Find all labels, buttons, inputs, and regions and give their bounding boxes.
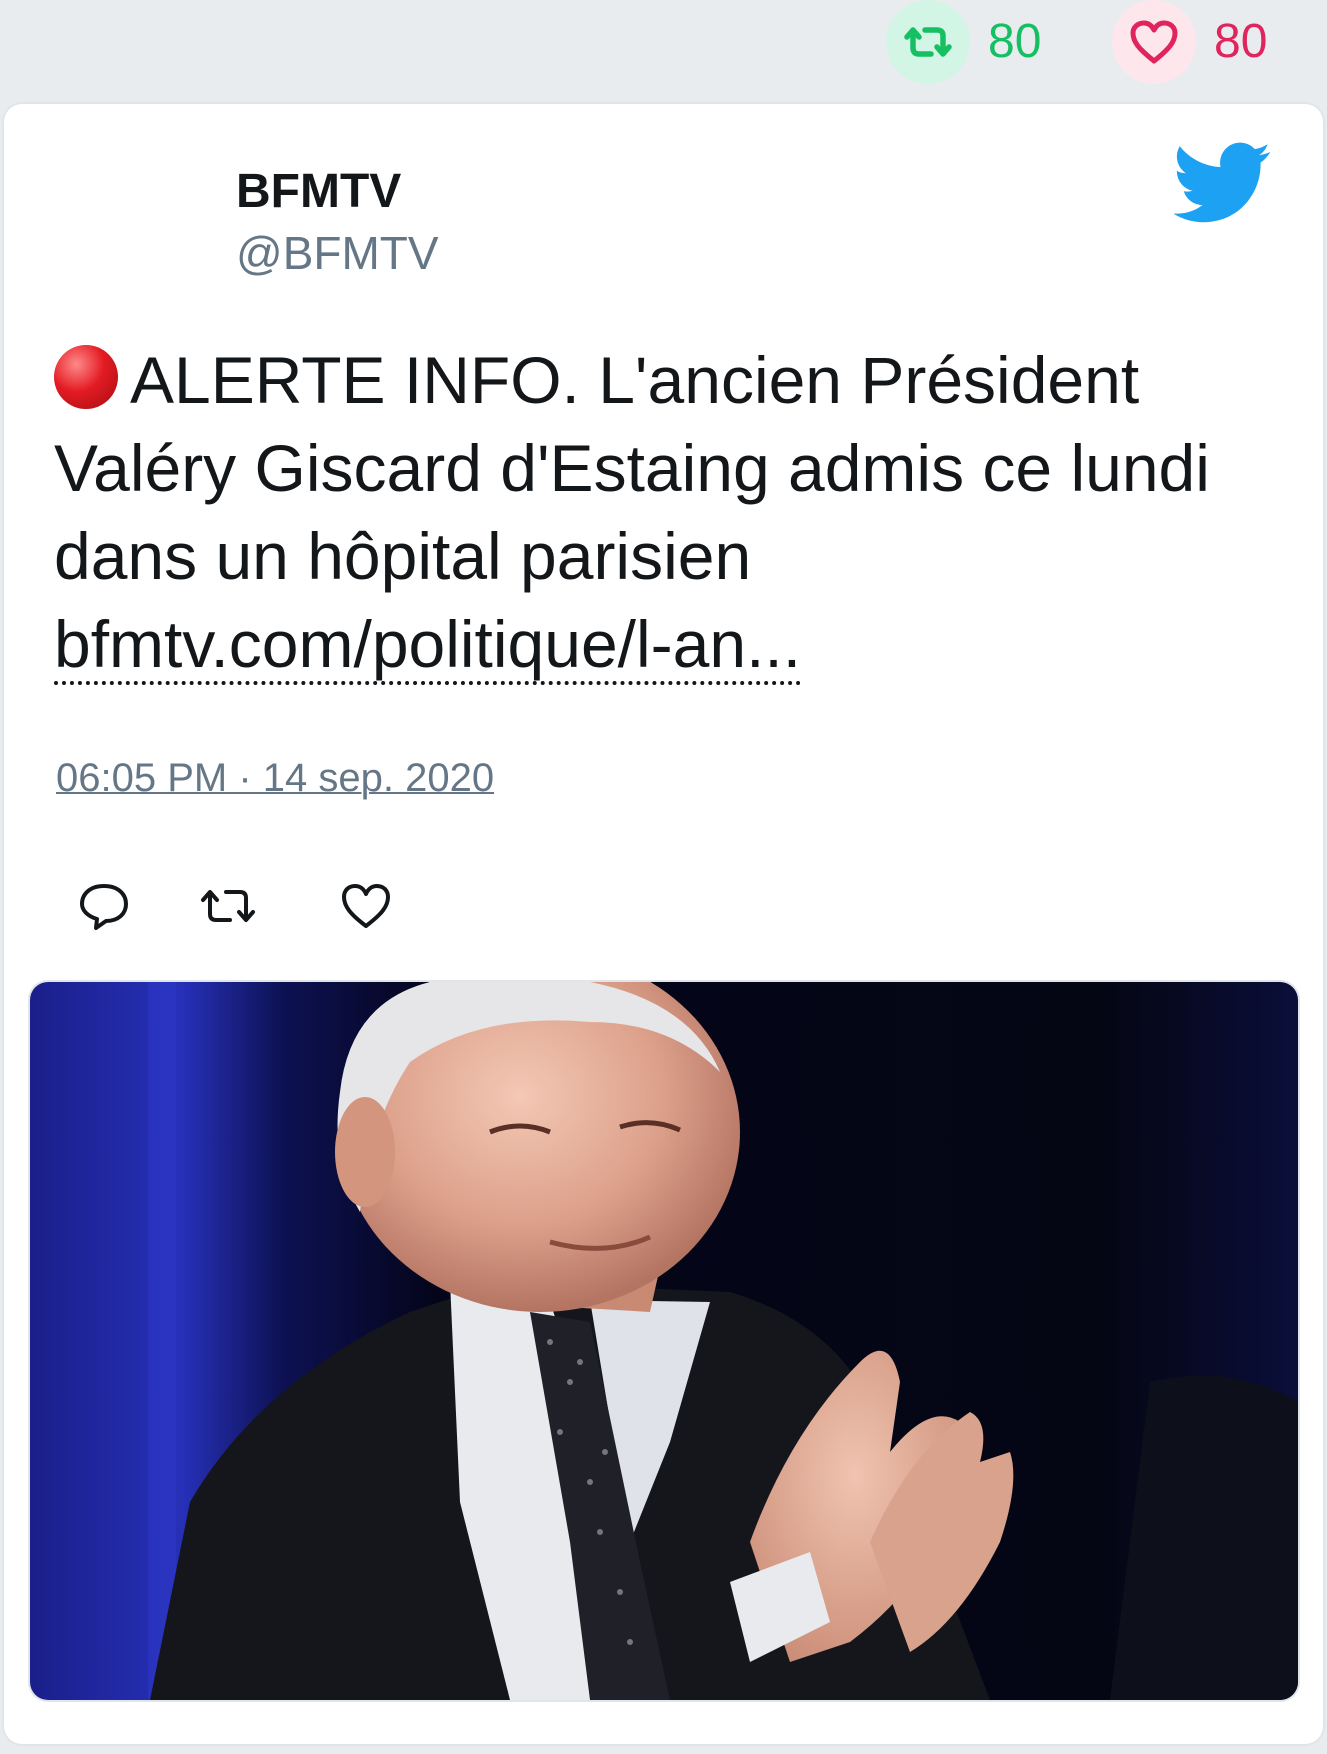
author-handle[interactable]: @BFMTV (236, 226, 439, 280)
twitter-bird-icon[interactable] (1174, 142, 1272, 224)
retweet-icon[interactable] (886, 0, 970, 84)
like-count: 80 (1214, 15, 1268, 68)
heart-icon[interactable] (1112, 0, 1196, 84)
reply-icon[interactable] (74, 876, 134, 936)
retweet-count: 80 (988, 15, 1042, 68)
tweet-body: ALERTE INFO. L'ancien Président Valéry G… (54, 343, 1210, 593)
red-circle-icon (54, 345, 118, 409)
tweet-stats-bar: 80 80 (0, 0, 1327, 100)
author-name[interactable]: BFMTV (236, 164, 401, 219)
retweet-stat[interactable]: 80 (886, 0, 1041, 84)
tweet-card: BFMTV @BFMTV ALERTE INFO. L'ancien Prési… (4, 104, 1323, 1744)
tweet-timestamp[interactable]: 06:05 PM · 14 sep. 2020 (56, 756, 494, 801)
like-stat[interactable]: 80 (1112, 0, 1267, 84)
tweet-media-photo[interactable] (30, 982, 1298, 1700)
photo-elderly-man-applauding (30, 982, 1298, 1700)
tweet-link[interactable]: bfmtv.com/politique/l-an... (54, 607, 802, 685)
heart-icon[interactable] (336, 876, 396, 936)
retweet-icon[interactable] (198, 876, 258, 936)
tweet-text: ALERTE INFO. L'ancien Président Valéry G… (54, 336, 1284, 688)
